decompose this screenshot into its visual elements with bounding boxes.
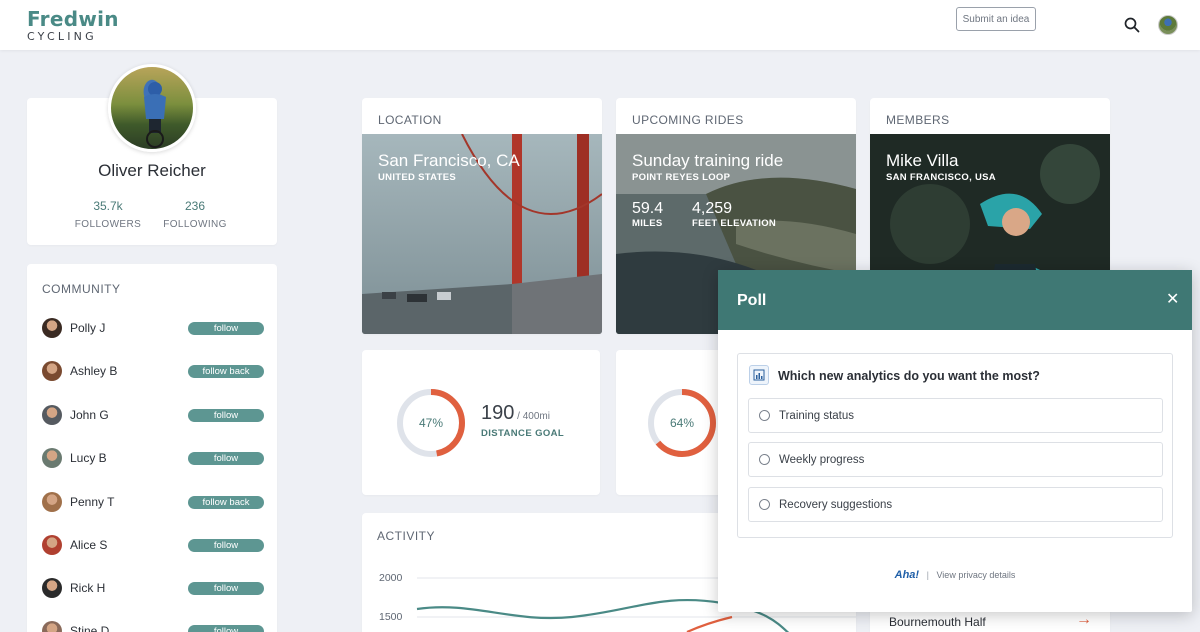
poll-footer: Aha! | View privacy details: [718, 569, 1192, 581]
poll-option-label: Weekly progress: [779, 453, 865, 466]
community-member-row[interactable]: Rick Hfollow: [42, 577, 264, 599]
location-label: LOCATION: [378, 113, 442, 127]
poll-option-label: Training status: [779, 409, 854, 422]
following-count: 236: [184, 199, 206, 213]
location-card[interactable]: LOCATION San Francisco, CA UNITED STATES: [362, 98, 602, 334]
poll-option-label: Recovery suggestions: [779, 498, 893, 511]
radio-button[interactable]: [759, 499, 770, 510]
ride-miles: 59.4: [632, 200, 664, 217]
member-name[interactable]: Penny T: [70, 495, 188, 509]
arrow-right-icon[interactable]: →: [1076, 611, 1092, 629]
second-goal-ring: 64%: [648, 389, 716, 457]
distance-goal-percent: 47%: [419, 416, 443, 430]
member-avatar[interactable]: [42, 361, 62, 381]
ride-elevation: 4,259: [692, 200, 733, 217]
follow-button[interactable]: follow back: [188, 364, 264, 378]
radio-button[interactable]: [759, 410, 770, 421]
ride-route: POINT REYES LOOP: [632, 172, 731, 183]
footer-divider: |: [926, 570, 929, 580]
followers-label: FOLLOWERS: [74, 219, 142, 230]
member-name[interactable]: Alice S: [70, 538, 188, 552]
community-title: COMMUNITY: [42, 282, 121, 296]
close-icon[interactable]: ✕: [1166, 289, 1179, 309]
search-icon[interactable]: [1124, 17, 1140, 33]
ride-elevation-label: FEET ELEVATION: [692, 218, 777, 229]
top-header: Fredwin CYCLING Submit an idea: [0, 0, 1200, 50]
follow-button[interactable]: follow: [188, 581, 264, 595]
community-member-row[interactable]: Polly Jfollow: [42, 317, 264, 339]
logo-wordmark: Fredwin: [27, 7, 119, 31]
member-name[interactable]: Rick H: [70, 581, 188, 595]
poll-header: Poll ✕: [718, 270, 1192, 330]
member-avatar[interactable]: [42, 578, 62, 598]
chart-icon: [749, 365, 769, 385]
community-member-row[interactable]: Lucy Bfollow: [42, 447, 264, 469]
follow-button[interactable]: follow: [188, 321, 264, 335]
follow-button[interactable]: follow: [188, 408, 264, 422]
community-member-row[interactable]: Stine Dfollow: [42, 620, 264, 632]
logo-subtitle: CYCLING: [27, 30, 97, 43]
community-member-row[interactable]: Alice Sfollow: [42, 534, 264, 556]
member-avatar[interactable]: [42, 448, 62, 468]
poll-option-training-status[interactable]: Training status: [748, 398, 1163, 433]
location-photo: San Francisco, CA UNITED STATES: [362, 134, 602, 334]
distance-goal-value: 190 / 400mi: [481, 402, 550, 425]
following-stat[interactable]: 236 FOLLOWING: [155, 199, 235, 230]
followers-count: 35.7k: [93, 199, 123, 213]
follow-button[interactable]: follow: [188, 624, 264, 632]
poll-option-recovery-suggestions[interactable]: Recovery suggestions: [748, 487, 1163, 522]
member-name[interactable]: John G: [70, 408, 188, 422]
member-name[interactable]: Lucy B: [70, 451, 188, 465]
aha-logo[interactable]: Aha!: [895, 569, 919, 581]
member-avatar[interactable]: [42, 405, 62, 425]
profile-name: Oliver Reicher: [98, 161, 206, 180]
distance-goal-ring: 47%: [397, 389, 465, 457]
community-member-row[interactable]: John Gfollow: [42, 404, 264, 426]
followers-stat[interactable]: 35.7k FOLLOWERS: [68, 199, 148, 230]
member-name[interactable]: Polly J: [70, 321, 188, 335]
member-location: SAN FRANCISCO, USA: [886, 172, 996, 183]
location-subtitle: UNITED STATES: [378, 172, 456, 183]
member-name: Mike Villa: [886, 151, 959, 170]
member-name[interactable]: Stine D: [70, 624, 188, 632]
submit-idea-button[interactable]: Submit an idea: [956, 7, 1036, 31]
follow-button[interactable]: follow: [188, 451, 264, 465]
member-avatar[interactable]: [42, 621, 62, 632]
distance-goal-card: 47% 190 / 400mi DISTANCE GOAL: [362, 350, 600, 495]
poll-option-weekly-progress[interactable]: Weekly progress: [748, 442, 1163, 477]
ride-title: Sunday training ride: [632, 151, 784, 170]
second-goal-percent: 64%: [670, 416, 694, 430]
follow-button[interactable]: follow: [188, 538, 264, 552]
ride-miles-label: MILES: [632, 218, 663, 229]
community-member-row[interactable]: Ashley Bfollow back: [42, 360, 264, 382]
poll-title: Poll: [737, 292, 767, 309]
poll-question-box: Which new analytics do you want the most…: [737, 353, 1173, 538]
member-avatar[interactable]: [42, 535, 62, 555]
rides-label: UPCOMING RIDES: [632, 113, 744, 127]
privacy-link[interactable]: View privacy details: [936, 570, 1015, 580]
distance-goal-target: / 400mi: [514, 411, 550, 422]
follow-button[interactable]: follow back: [188, 495, 264, 509]
following-label: FOLLOWING: [163, 219, 227, 230]
member-avatar[interactable]: [42, 318, 62, 338]
profile-avatar[interactable]: [108, 64, 196, 152]
members-label: MEMBERS: [886, 113, 950, 127]
poll-modal: Poll ✕ Which new analytics do you want t…: [718, 270, 1192, 612]
radio-button[interactable]: [759, 454, 770, 465]
distance-goal-number: 190: [481, 402, 515, 424]
race-name: Bournemouth Half: [889, 615, 986, 629]
activity-line-orange: [686, 615, 733, 632]
member-name[interactable]: Ashley B: [70, 364, 188, 378]
distance-goal-label: DISTANCE GOAL: [481, 428, 565, 439]
fredwin-logo[interactable]: Fredwin CYCLING: [27, 9, 119, 43]
member-avatar[interactable]: [42, 492, 62, 512]
community-member-row[interactable]: Penny Tfollow back: [42, 491, 264, 513]
user-avatar[interactable]: [1158, 15, 1178, 35]
poll-question: Which new analytics do you want the most…: [778, 369, 1040, 383]
location-title: San Francisco, CA: [378, 151, 520, 170]
